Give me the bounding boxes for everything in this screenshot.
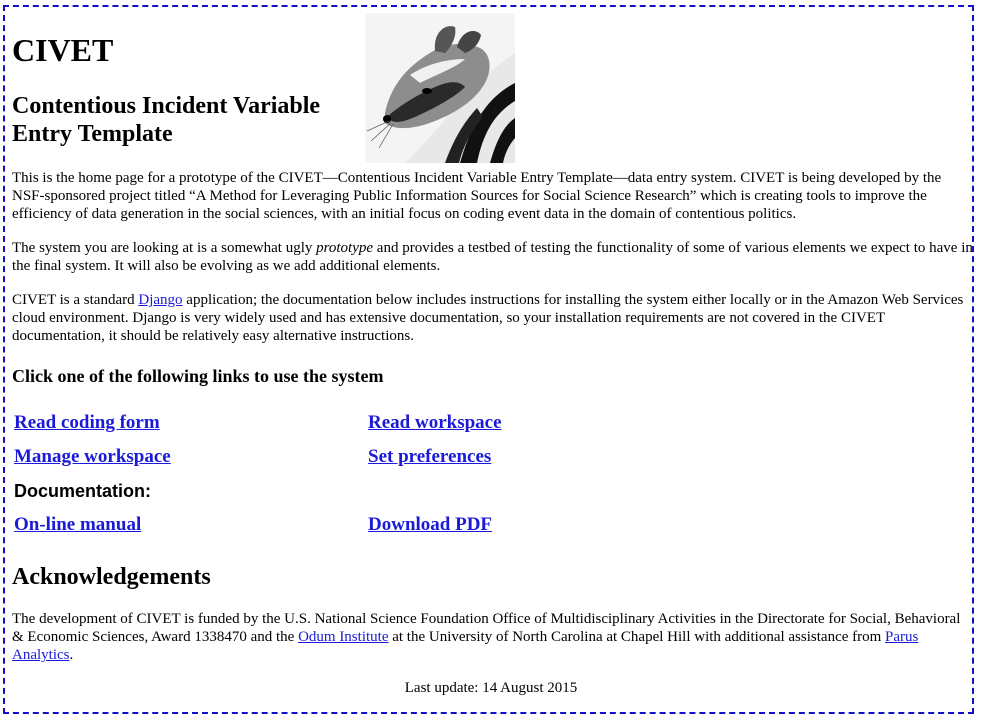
civet-photo-icon — [365, 13, 515, 163]
page-frame: CIVET Contentious Incident Variable Entr… — [3, 5, 974, 714]
odum-institute-link[interactable]: Odum Institute — [298, 629, 388, 645]
set-preferences-link[interactable]: Set preferences — [368, 446, 491, 468]
intro-p3-text: CIVET is a standard — [12, 292, 139, 308]
ack-text-end: . — [69, 647, 74, 663]
acknowledgements-heading: Acknowledgements — [12, 564, 211, 590]
intro-paragraph-1: This is the home page for a prototype of… — [12, 170, 942, 222]
last-update: Last update: 14 August 2015 — [404, 680, 578, 696]
intro-p2-text: The system you are looking at is a somew… — [12, 240, 317, 256]
links-heading: Click one of the following links to use … — [12, 366, 384, 386]
read-workspace-link[interactable]: Read workspace — [368, 412, 502, 434]
documentation-label: Documentation: — [14, 481, 151, 501]
manage-workspace-link[interactable]: Manage workspace — [14, 446, 171, 468]
django-link[interactable]: Django — [138, 292, 182, 308]
ack-text-middle: at the University of North Carolina at C… — [388, 629, 886, 645]
civet-image — [365, 13, 515, 163]
online-manual-link[interactable]: On-line manual — [14, 514, 141, 536]
acknowledgements-paragraph: The development of CIVET is funded by th… — [12, 610, 974, 664]
read-coding-form-link[interactable]: Read coding form — [14, 412, 160, 434]
download-pdf-link[interactable]: Download PDF — [368, 514, 492, 536]
intro-p2-emphasis: prototype — [316, 240, 374, 256]
page-title: CIVET — [12, 32, 114, 68]
intro-paragraph-3: CIVET is a standard Django application; … — [12, 291, 974, 345]
intro-paragraph-2: The system you are looking at is a somew… — [12, 239, 974, 275]
page-subtitle: Contentious Incident Variable Entry Temp… — [12, 93, 321, 147]
